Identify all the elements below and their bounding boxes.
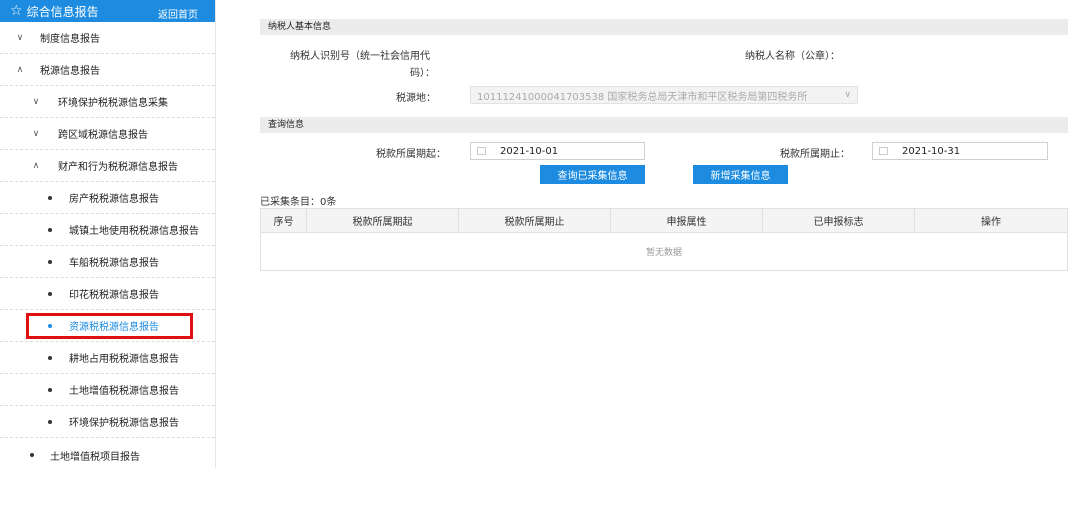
- query-collected-button[interactable]: 查询已采集信息: [540, 165, 645, 184]
- chevron-down-icon: ∨: [844, 90, 851, 100]
- column-header[interactable]: 序号: [261, 209, 307, 232]
- sidebar-item-land-vat-project[interactable]: 土地增值税项目报告: [0, 442, 216, 468]
- section-header-query: 查询信息: [260, 117, 1068, 133]
- bullet-icon: [48, 419, 52, 424]
- empty-state: 暂无数据: [645, 248, 682, 258]
- sidebar-item-system-report[interactable]: ∨ 制度信息报告: [0, 22, 215, 54]
- back-home-link[interactable]: 返回首页: [158, 6, 198, 21]
- bullet-icon: [30, 453, 34, 457]
- period-end-input[interactable]: 2021-10-31: [872, 142, 1048, 160]
- sidebar-item-vehicle-tax[interactable]: 车船税税源信息报告: [0, 246, 215, 278]
- sidebar-item-label: 环境保护税税源信息报告: [69, 418, 179, 429]
- sidebar: ☆ 综合信息报告 返回首页 ∨ 制度信息报告 ∧ 税源信息报告 ∨ 环境保护税税…: [0, 0, 216, 468]
- chevron-up-icon: ∧: [16, 64, 24, 75]
- sidebar-item-env-tax[interactable]: 环境保护税税源信息报告: [0, 406, 215, 438]
- chevron-down-icon: ∨: [32, 96, 40, 107]
- period-end-label: 税款所属期止：: [780, 149, 850, 160]
- column-header[interactable]: 税款所属期止: [459, 209, 611, 232]
- chevron-down-icon: ∨: [32, 128, 40, 139]
- calendar-icon: [477, 147, 486, 155]
- star-icon: ☆: [10, 3, 23, 19]
- sidebar-item-label: 耕地占用税税源信息报告: [69, 354, 179, 365]
- sidebar-item-label: 车船税税源信息报告: [69, 258, 159, 269]
- bullet-icon: [48, 227, 52, 232]
- sidebar-item-label: 房产税税源信息报告: [69, 194, 159, 205]
- sidebar-item-label: 制度信息报告: [40, 34, 100, 45]
- sidebar-item-label: 土地增值税税源信息报告: [69, 386, 179, 397]
- sidebar-item-land-use-tax[interactable]: 城镇土地使用税税源信息报告: [0, 214, 215, 246]
- table-header: 序号 税款所属期起 税款所属期止 申报属性 已申报标志 操作: [261, 209, 1067, 233]
- sidebar-item-label: 财产和行为税税源信息报告: [58, 162, 178, 173]
- period-start-label: 税款所属期起：: [376, 149, 446, 160]
- period-end-value: 2021-10-31: [902, 145, 961, 157]
- sidebar-item-stamp-tax[interactable]: 印花税税源信息报告: [0, 278, 215, 310]
- tax-source-select[interactable]: 10111241000041703538 国家税务总局天津市和平区税务局第四税务…: [470, 86, 858, 104]
- sidebar-header: ☆ 综合信息报告 返回首页: [0, 0, 215, 22]
- bullet-icon: [48, 291, 52, 296]
- sidebar-item-farmland-tax[interactable]: 耕地占用税税源信息报告: [0, 342, 215, 374]
- calendar-icon: [879, 147, 888, 155]
- column-header[interactable]: 操作: [915, 209, 1067, 232]
- sidebar-item-property-behavior-report[interactable]: ∧ 财产和行为税税源信息报告: [0, 150, 215, 182]
- bullet-icon: [48, 195, 52, 200]
- sidebar-item-label: 税源信息报告: [40, 66, 100, 77]
- collected-count: 已采集条目：0条: [260, 197, 337, 208]
- add-collection-button[interactable]: 新增采集信息: [693, 165, 788, 184]
- period-start-input[interactable]: 2021-10-01: [470, 142, 645, 160]
- period-start-value: 2021-10-01: [500, 145, 559, 157]
- sidebar-item-label: 环境保护税税源信息采集: [58, 98, 168, 109]
- bullet-icon: [48, 387, 52, 392]
- bullet-icon: [48, 323, 52, 328]
- column-header[interactable]: 税款所属期起: [307, 209, 459, 232]
- column-header[interactable]: 已申报标志: [763, 209, 915, 232]
- sidebar-item-property-tax[interactable]: 房产税税源信息报告: [0, 182, 215, 214]
- chevron-down-icon: ∨: [16, 32, 24, 43]
- column-header[interactable]: 申报属性: [611, 209, 763, 232]
- sidebar-item-label: 资源税税源信息报告: [69, 322, 159, 333]
- sidebar-item-tax-source-report[interactable]: ∧ 税源信息报告: [0, 54, 215, 86]
- results-table: 序号 税款所属期起 税款所属期止 申报属性 已申报标志 操作 暂无数据: [260, 208, 1068, 271]
- sidebar-title: 综合信息报告: [26, 4, 99, 19]
- bullet-icon: [48, 259, 52, 264]
- sidebar-item-land-vat[interactable]: 土地增值税税源信息报告: [0, 374, 215, 406]
- sidebar-item-cross-region-report[interactable]: ∨ 跨区域税源信息报告: [0, 118, 215, 150]
- section-header-basic: 纳税人基本信息: [260, 19, 1068, 35]
- bullet-icon: [48, 355, 52, 360]
- sidebar-item-label: 跨区域税源信息报告: [58, 130, 148, 141]
- sidebar-item-label: 印花税税源信息报告: [69, 290, 159, 301]
- taxpayer-name-label: 纳税人名称（公章）：: [745, 51, 840, 62]
- tax-source-label: 税源地：: [396, 93, 436, 104]
- sidebar-item-label: 城镇土地使用税税源信息报告: [69, 226, 199, 237]
- sidebar-item-label: 土地增值税项目报告: [50, 451, 140, 463]
- sidebar-item-env-tax-collection[interactable]: ∨ 环境保护税税源信息采集: [0, 86, 215, 118]
- sidebar-item-resource-tax[interactable]: 资源税税源信息报告: [0, 310, 215, 342]
- taxpayer-id-label: 纳税人识别号（统一社会信用代: [290, 51, 430, 62]
- tax-source-value: 10111241000041703538 国家税务总局天津市和平区税务局第四税务…: [477, 91, 808, 103]
- chevron-up-icon: ∧: [32, 160, 40, 171]
- taxpayer-id-label-cont: 码）：: [410, 68, 435, 79]
